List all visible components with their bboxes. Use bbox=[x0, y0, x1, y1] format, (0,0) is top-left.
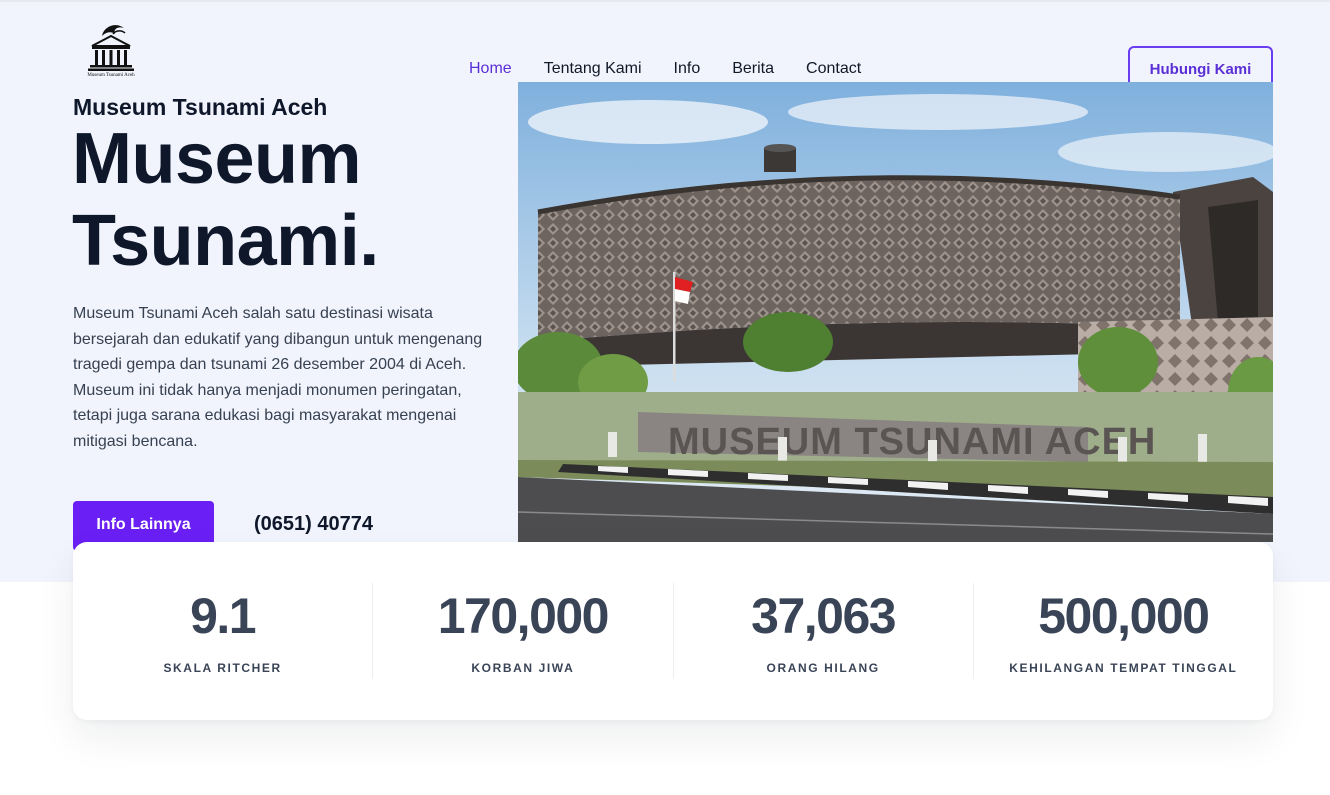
main-navigation: Home Tentang Kami Info Berita Contact bbox=[469, 60, 861, 78]
stat-label: SKALA RITCHER bbox=[163, 661, 282, 675]
stat-label: ORANG HILANG bbox=[766, 661, 880, 675]
logo-caption: Museum Tsunami Aceh bbox=[87, 73, 135, 78]
stat-value: 170,000 bbox=[437, 588, 610, 644]
phone-number: (0651) 40774 bbox=[254, 513, 373, 535]
nav-item-berita[interactable]: Berita bbox=[732, 60, 774, 78]
stat-value: 37,063 bbox=[751, 588, 896, 644]
site-logo[interactable]: Museum Tsunami Aceh bbox=[80, 22, 142, 82]
hero-title-line-1: Museum bbox=[72, 119, 362, 199]
nav-item-home[interactable]: Home bbox=[469, 60, 512, 78]
stat-skala-ritcher: 9.1 SKALA RITCHER bbox=[73, 583, 374, 679]
hero-title-line-2: Tsunami. bbox=[72, 201, 379, 281]
stat-label: KORBAN JIWA bbox=[471, 661, 575, 675]
museum-building-icon bbox=[88, 25, 134, 71]
stat-korban-jiwa: 170,000 KORBAN JIWA bbox=[373, 583, 674, 679]
museum-photo: MUSEUM TSUNAMI ACEH bbox=[518, 82, 1273, 542]
hero-description: Museum Tsunami Aceh salah satu destinasi… bbox=[73, 305, 483, 450]
stat-kehilangan-tempat-tinggal: 500,000 KEHILANGAN TEMPAT TINGGAL bbox=[974, 583, 1273, 679]
nav-item-info[interactable]: Info bbox=[674, 60, 701, 78]
stat-value: 500,000 bbox=[1038, 588, 1210, 644]
nav-item-contact[interactable]: Contact bbox=[806, 60, 861, 78]
museum-sign-text: MUSEUM TSUNAMI ACEH bbox=[668, 421, 1156, 463]
stat-orang-hilang: 37,063 ORANG HILANG bbox=[674, 583, 974, 679]
stats-card: 9.1 SKALA RITCHER 170,000 KORBAN JIWA 37… bbox=[73, 542, 1273, 720]
stat-value: 9.1 bbox=[190, 588, 257, 644]
stat-label: KEHILANGAN TEMPAT TINGGAL bbox=[1009, 661, 1238, 675]
hero-subtitle: Museum Tsunami Aceh bbox=[73, 94, 328, 120]
nav-item-tentang-kami[interactable]: Tentang Kami bbox=[544, 60, 642, 78]
hero-title: Museum Tsunami. bbox=[72, 118, 512, 282]
